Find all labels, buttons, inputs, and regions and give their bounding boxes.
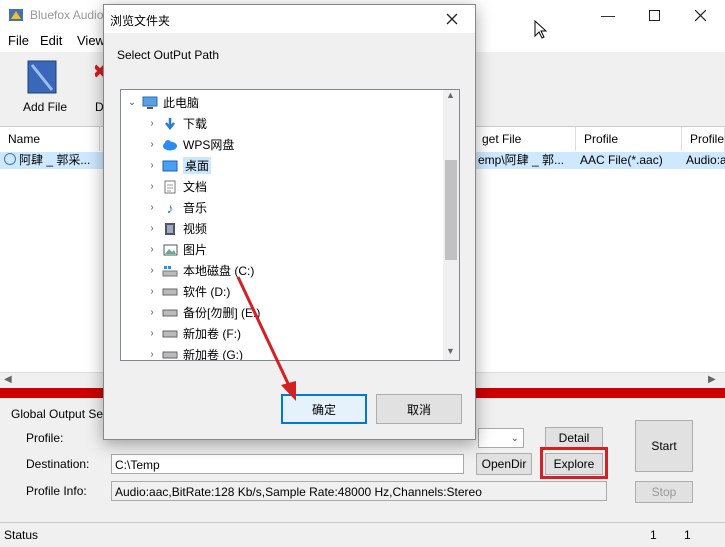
annotation-arrow [236,276,296,401]
mouse-cursor-icon [534,20,548,39]
